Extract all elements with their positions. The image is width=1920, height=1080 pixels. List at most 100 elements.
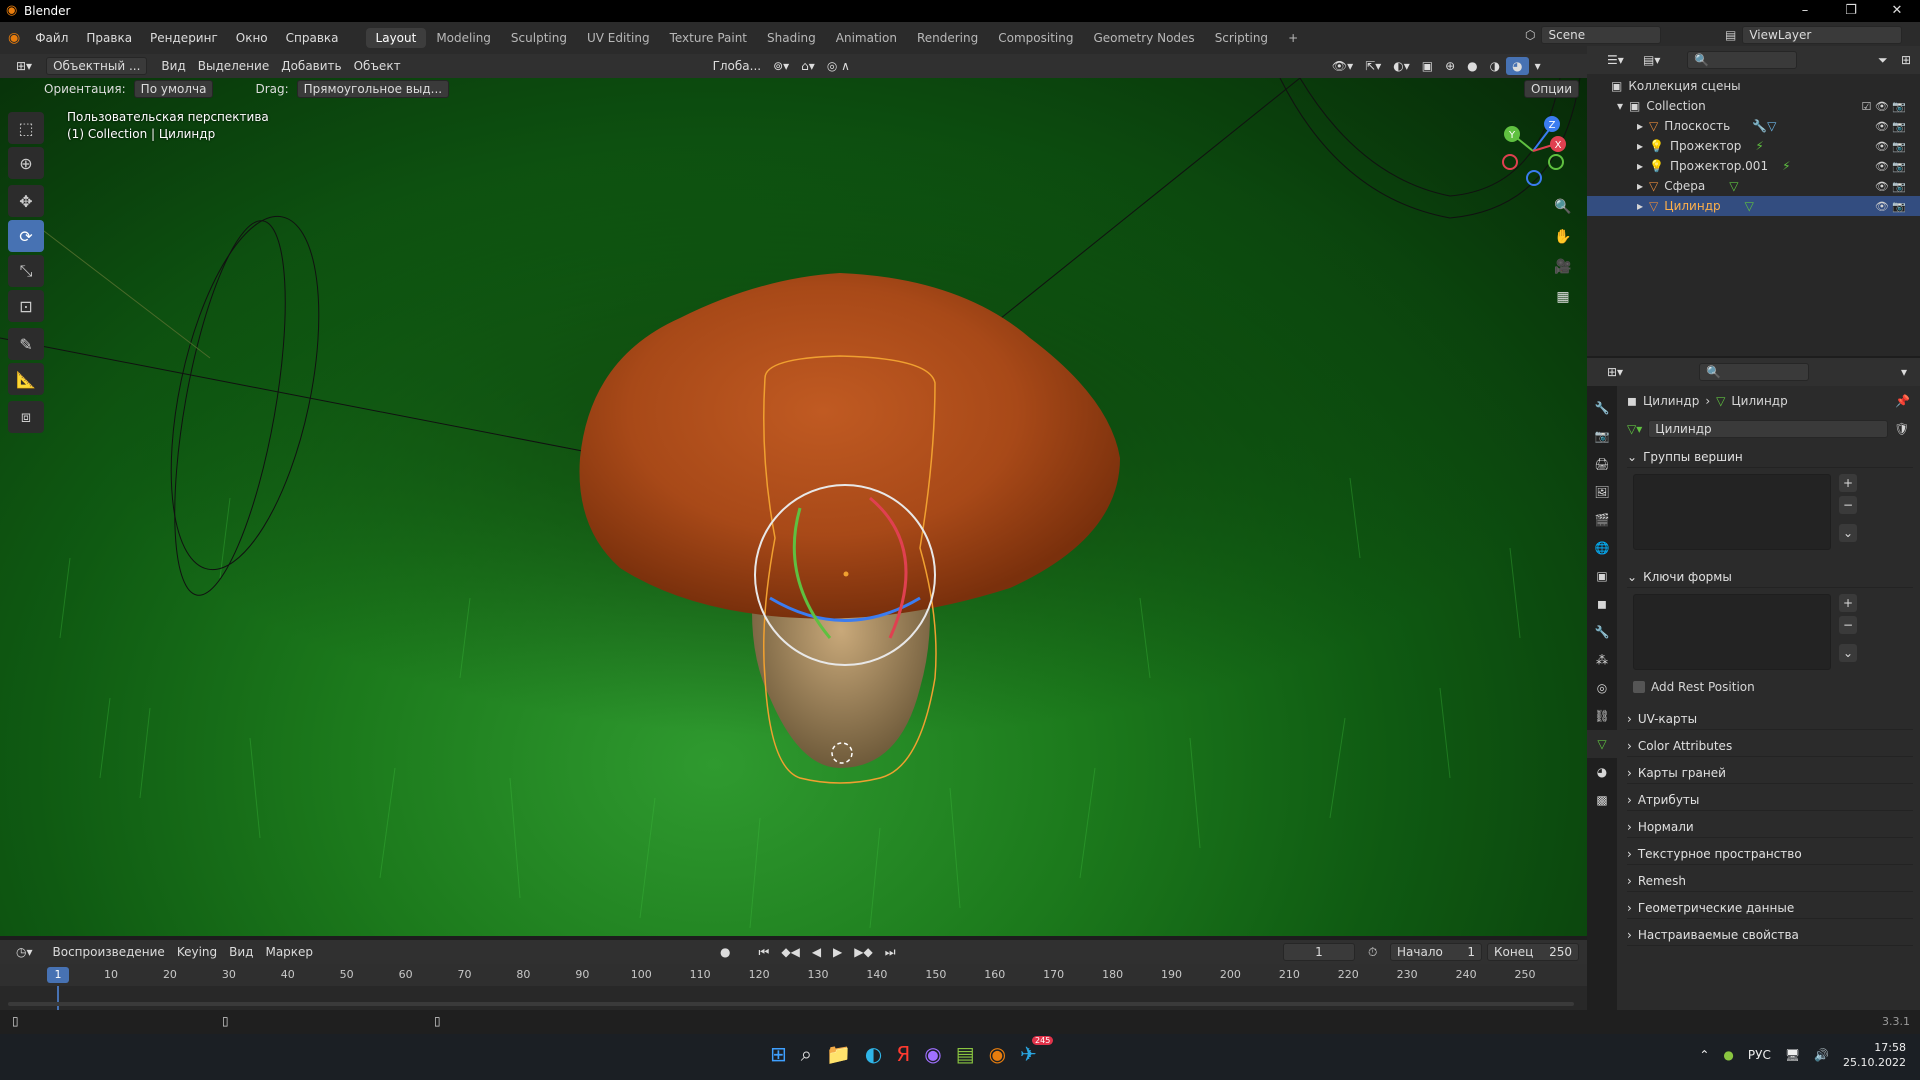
visibility-eye-icon[interactable]: 👁 📷 <box>1875 160 1906 173</box>
overlay-toggle-icon[interactable]: ◐▾ <box>1387 57 1416 75</box>
visibility-eye-icon[interactable]: ☑ 👁 📷 <box>1861 100 1906 113</box>
texture-tab-icon[interactable]: ▩ <box>1587 786 1617 814</box>
remove-shape-key-button[interactable]: − <box>1839 616 1857 634</box>
panel-vertex-groups[interactable]: ⌄ Группы вершин <box>1627 446 1913 468</box>
annotate-tool-icon[interactable]: ✎ <box>8 328 44 360</box>
expand-arrow-icon[interactable]: ▸ <box>1637 159 1643 173</box>
measure-tool-icon[interactable]: 📐 <box>8 363 44 395</box>
menu-keying[interactable]: Keying <box>171 943 223 961</box>
prev-keyframe-icon[interactable]: ◆◀ <box>775 943 805 961</box>
panel-remesh[interactable]: › Remesh <box>1627 870 1913 892</box>
maximize-button[interactable]: ❐ <box>1828 0 1874 22</box>
outliner-row-cylinder[interactable]: ▸ ▽ Цилиндр ▽ 👁 📷 <box>1587 196 1920 216</box>
tab-geometry-nodes[interactable]: Geometry Nodes <box>1083 28 1204 48</box>
visibility-eye-icon[interactable]: 👁 📷 <box>1875 200 1906 213</box>
new-collection-icon[interactable]: ⊞ <box>1895 51 1917 69</box>
camera-view-icon[interactable]: 🎥 <box>1550 254 1576 280</box>
alice-assistant-icon[interactable]: ◉ <box>924 1042 941 1066</box>
mesh-data-tab-icon[interactable]: ▽ <box>1587 730 1617 758</box>
scale-tool-icon[interactable]: ⤡ <box>8 255 44 287</box>
next-keyframe-icon[interactable]: ▶◆ <box>848 943 878 961</box>
properties-search-input[interactable]: 🔍 <box>1699 363 1809 381</box>
constraints-tab-icon[interactable]: ⛓ <box>1587 702 1617 730</box>
search-icon[interactable]: ⌕ <box>801 1042 812 1066</box>
outliner-row-plane[interactable]: ▸ ▽ Плоскость 🔧▽ 👁 📷 <box>1587 116 1920 136</box>
cursor-tool-icon[interactable]: ⊕ <box>8 147 44 179</box>
visibility-eye-icon[interactable]: 👁 📷 <box>1875 180 1906 193</box>
tab-layout[interactable]: Layout <box>365 28 427 48</box>
zoom-icon[interactable]: 🔍 <box>1550 194 1576 220</box>
visibility-icon[interactable]: 👁▾ <box>1326 57 1359 75</box>
tab-sculpting[interactable]: Sculpting <box>501 28 577 48</box>
pin-icon[interactable]: 📌 <box>1895 394 1910 408</box>
outliner-display-mode-icon[interactable]: ▤▾ <box>1637 51 1666 69</box>
tab-uv-editing[interactable]: UV Editing <box>577 28 660 48</box>
tray-chevron-icon[interactable]: ⌃ <box>1699 1048 1709 1062</box>
edge-browser-icon[interactable]: ◐ <box>865 1042 882 1066</box>
stopwatch-icon[interactable]: ⏱ <box>1362 943 1383 961</box>
timeline-area[interactable]: 1 10 20 30 40 50 60 70 80 90 100 110 120 130 140 150 16… <box>0 964 1587 1010</box>
outliner-row-scene-collection[interactable]: ▣ Коллекция сцены <box>1587 76 1920 96</box>
add-cube-tool-icon[interactable]: ⧈ <box>8 401 44 433</box>
properties-options-icon[interactable]: ▾ <box>1895 363 1913 381</box>
wireframe-shading-icon[interactable]: ⊕ <box>1439 57 1461 75</box>
fake-user-shield-icon[interactable]: 🛡 <box>1894 422 1909 436</box>
navigation-gizmo[interactable]: Z Y X <box>1494 112 1572 190</box>
frame-end-field[interactable]: Конец 250 <box>1487 943 1579 961</box>
panel-uv-maps[interactable]: › UV-карты <box>1627 708 1913 730</box>
particles-tab-icon[interactable]: ⁂ <box>1587 646 1617 674</box>
blender-menu-icon[interactable]: ◉ <box>8 30 20 46</box>
tab-modeling[interactable]: Modeling <box>426 28 501 48</box>
panel-custom-properties[interactable]: › Настраиваемые свойства <box>1627 924 1913 946</box>
drag-dropdown[interactable]: Прямоугольное выд... <box>296 80 450 98</box>
add-workspace-icon[interactable]: + <box>1278 28 1308 48</box>
play-icon[interactable]: ▶ <box>827 943 848 961</box>
visibility-eye-icon[interactable]: 👁 📷 <box>1875 140 1906 153</box>
tab-compositing[interactable]: Compositing <box>988 28 1083 48</box>
view-layer-tab-icon[interactable]: 🖼 <box>1587 478 1617 506</box>
3d-viewport[interactable] <box>0 78 1587 936</box>
menu-add[interactable]: Добавить <box>275 57 347 75</box>
object-tab-icon[interactable]: ◼ <box>1587 590 1617 618</box>
telegram-icon[interactable]: ✈ 245 <box>1020 1036 1054 1066</box>
network-icon[interactable]: 🖥 <box>1785 1048 1800 1062</box>
playhead-frame[interactable]: 1 <box>47 967 69 983</box>
perspective-grid-icon[interactable]: ▦ <box>1550 284 1576 310</box>
remove-vertex-group-button[interactable]: − <box>1839 496 1857 514</box>
current-frame-field[interactable]: 1 <box>1283 943 1355 961</box>
file-explorer-icon[interactable]: 📁 <box>826 1042 851 1066</box>
add-vertex-group-button[interactable]: + <box>1839 474 1857 492</box>
panel-texture-space[interactable]: › Текстурное пространство <box>1627 843 1913 865</box>
mesh-name-field[interactable]: Цилиндр <box>1648 420 1889 438</box>
outliner-row-collection[interactable]: ▾ ▣ Collection ☑ 👁 📷 <box>1587 96 1920 116</box>
tab-shading[interactable]: Shading <box>757 28 826 48</box>
menu-marker[interactable]: Маркер <box>259 943 319 961</box>
properties-editor-type-icon[interactable]: ⊞▾ <box>1601 363 1629 381</box>
expand-arrow-icon[interactable]: ▸ <box>1637 179 1643 193</box>
expand-arrow-icon[interactable]: ▸ <box>1637 139 1643 153</box>
vertex-groups-list[interactable] <box>1633 474 1831 550</box>
minimize-button[interactable]: – <box>1782 0 1828 22</box>
playhead-line[interactable] <box>57 986 59 1010</box>
panel-attributes[interactable]: › Атрибуты <box>1627 789 1913 811</box>
menu-file[interactable]: Файл <box>26 31 77 45</box>
menu-select[interactable]: Выделение <box>192 57 275 75</box>
outliner-editor-type-icon[interactable]: ☰▾ <box>1601 51 1630 69</box>
scene-tab-icon[interactable]: 🎬 <box>1587 506 1617 534</box>
outliner-search-input[interactable]: 🔍 <box>1687 51 1797 69</box>
snap-icon[interactable]: ⌂▾ <box>795 57 821 75</box>
outliner-row-spot-001[interactable]: ▸ 💡 Прожектор.001 ⚡ 👁 📷 <box>1587 156 1920 176</box>
tab-rendering[interactable]: Rendering <box>907 28 988 48</box>
timeline-editor-type-icon[interactable]: ◷▾ <box>10 943 39 961</box>
mesh-browse-icon[interactable]: ▽▾ <box>1627 422 1642 436</box>
pivot-icon[interactable]: ⊚▾ <box>767 57 795 75</box>
menu-render[interactable]: Рендеринг <box>141 31 227 45</box>
select-box-tool-icon[interactable]: ⬚ <box>8 112 44 144</box>
tab-scripting[interactable]: Scripting <box>1205 28 1278 48</box>
shape-keys-list[interactable] <box>1633 594 1831 670</box>
menu-view[interactable]: Вид <box>155 57 191 75</box>
move-tool-icon[interactable]: ✥ <box>8 185 44 217</box>
xray-toggle-icon[interactable]: ▣ <box>1416 57 1439 75</box>
frame-start-field[interactable]: Начало 1 <box>1390 943 1482 961</box>
windows-start-icon[interactable]: ⊞ <box>770 1042 787 1066</box>
